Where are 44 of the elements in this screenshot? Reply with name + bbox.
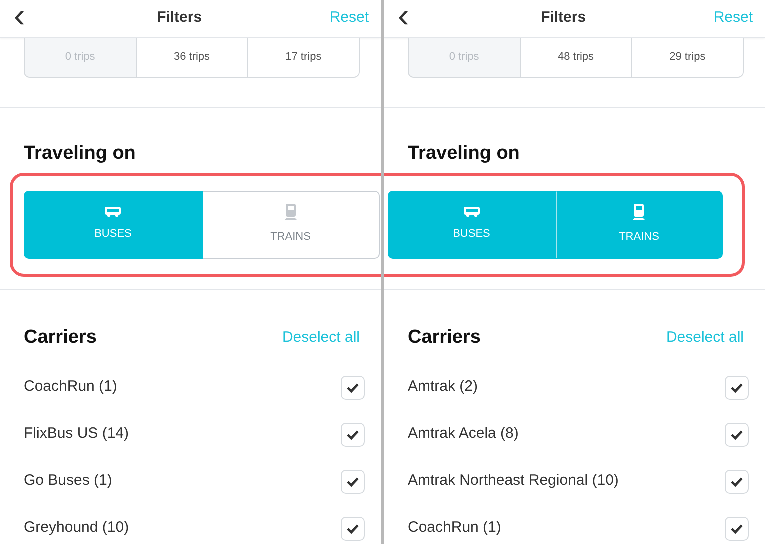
back-button[interactable]: ‹: [394, 0, 414, 32]
checkbox[interactable]: [341, 422, 365, 446]
check-icon: [730, 522, 744, 534]
mode-toggle[interactable]: BUSES: [24, 190, 202, 258]
carrier-label: Greyhound (10): [24, 518, 130, 538]
mode-toggle[interactable]: TRAINS: [202, 190, 380, 258]
section-title: Carriers: [24, 326, 97, 350]
header-title: Filters: [541, 8, 586, 28]
carrier-label: CoachRun (1): [408, 518, 502, 538]
carrier-label: Amtrak (2): [408, 377, 478, 398]
check-icon: [730, 476, 744, 488]
check-icon: [346, 522, 360, 534]
carrier-label: CoachRun (1): [24, 377, 118, 398]
carrier-label: Amtrak Acela (8): [408, 424, 519, 444]
carrier-label: FlixBus US (14): [24, 424, 130, 444]
deselect-all-link[interactable]: Deselect all: [282, 326, 360, 349]
checkbox[interactable]: [341, 470, 365, 494]
trip-count-option[interactable]: 17 trips: [247, 38, 359, 77]
checkbox[interactable]: [725, 470, 749, 494]
check-icon: [346, 382, 360, 394]
bus-icon: [462, 206, 481, 218]
section-title: Carriers: [408, 326, 481, 350]
bus-icon: [104, 206, 122, 218]
reset-button[interactable]: Reset: [330, 7, 369, 30]
check-icon: [346, 428, 360, 440]
back-button[interactable]: ‹: [10, 0, 30, 32]
header-title: Filters: [157, 8, 202, 28]
section-title: Traveling on: [24, 142, 137, 166]
checkbox[interactable]: [725, 516, 749, 540]
mode-toggle[interactable]: TRAINS: [556, 190, 723, 258]
check-icon: [730, 382, 744, 394]
mode-toggle[interactable]: BUSES: [388, 190, 556, 258]
carrier-label: Go Buses (1): [24, 471, 112, 492]
deselect-all-link[interactable]: Deselect all: [666, 326, 744, 349]
section-title: Traveling on: [408, 142, 521, 166]
checkbox[interactable]: [725, 376, 749, 400]
trip-count-option[interactable]: 29 trips: [631, 38, 743, 77]
checkbox[interactable]: [341, 376, 365, 400]
reset-button[interactable]: Reset: [714, 7, 753, 30]
checkbox[interactable]: [725, 422, 749, 446]
checkbox[interactable]: [341, 516, 365, 540]
check-icon: [730, 428, 744, 440]
check-icon: [346, 476, 360, 488]
carrier-label: Amtrak Northeast Regional (10): [408, 471, 619, 492]
